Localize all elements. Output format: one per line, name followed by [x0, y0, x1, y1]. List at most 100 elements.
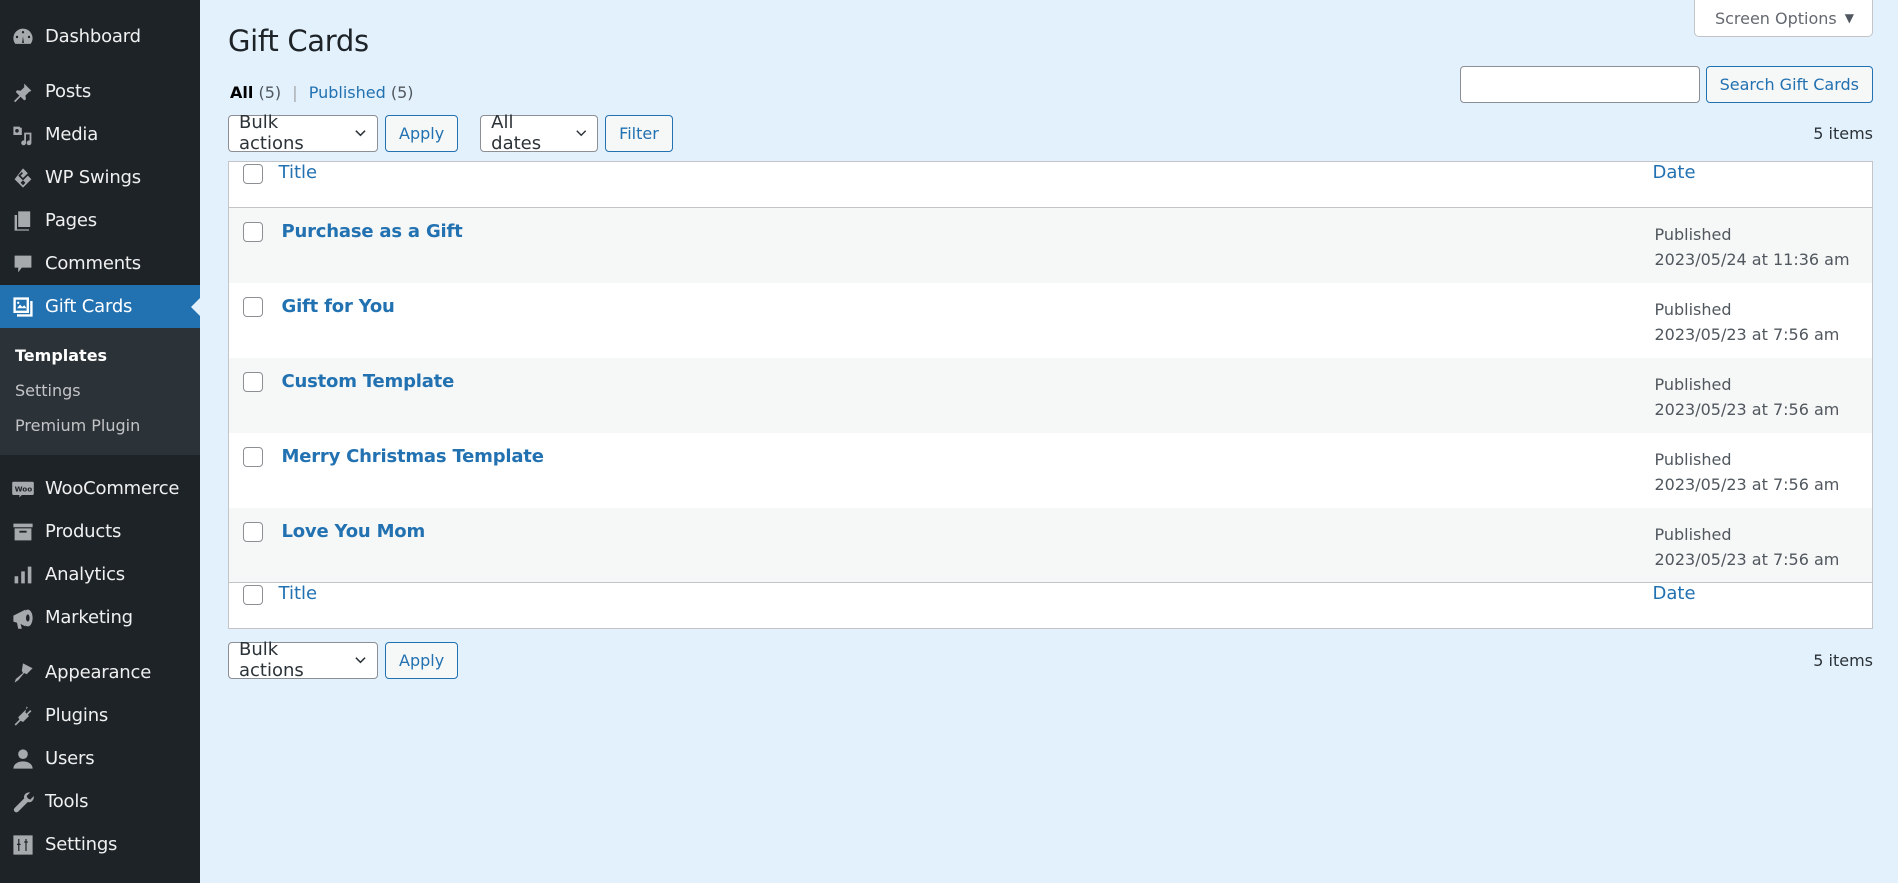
gift-cards-table: Title Date Purchase as a Gift Published 2… — [228, 161, 1873, 629]
sidebar-item-label: Pages — [45, 210, 97, 231]
submenu-item-settings[interactable]: Settings — [0, 373, 200, 408]
column-date-footer[interactable]: Date — [1653, 583, 1873, 629]
megaphone-icon — [0, 606, 44, 630]
sidebar-item-marketing[interactable]: Marketing — [0, 596, 200, 639]
row-checkbox[interactable] — [243, 521, 263, 542]
user-icon — [0, 747, 44, 771]
view-separator: | — [292, 83, 298, 102]
triangle-down-icon: ▼ — [1844, 11, 1854, 25]
items-count-bottom: 5 items — [1813, 650, 1873, 670]
row-title-link[interactable]: Merry Christmas Template — [282, 446, 544, 467]
sidebar-item-settings[interactable]: Settings — [0, 823, 200, 866]
sidebar-item-analytics[interactable]: Analytics — [0, 553, 200, 596]
select-all-checkbox-footer[interactable] — [243, 584, 263, 605]
sidebar-item-appearance[interactable]: Appearance — [0, 651, 200, 694]
sidebar-item-woocommerce[interactable]: Woo WooCommerce — [0, 467, 200, 510]
sidebar-item-tools[interactable]: Tools — [0, 780, 200, 823]
tablenav-top: Bulk actions Apply All dates Filter 5 it… — [228, 112, 1873, 154]
sidebar-item-label: Media — [45, 124, 99, 145]
sidebar-item-users[interactable]: Users — [0, 737, 200, 780]
sidebar-item-label: Plugins — [45, 705, 109, 726]
row-status: Published — [1654, 225, 1732, 244]
row-title-link[interactable]: Purchase as a Gift — [282, 221, 463, 242]
pages-icon — [0, 209, 44, 233]
row-date: 2023/05/23 at 7:56 am — [1654, 399, 1840, 419]
sidebar-item-label: Analytics — [45, 564, 125, 585]
admin-sidebar: Dashboard Posts Media WP Swings Pages Co… — [0, 0, 200, 883]
row-status: Published — [1654, 374, 1732, 394]
archive-icon — [0, 520, 44, 544]
apply-button[interactable]: Apply — [385, 114, 459, 152]
sidebar-item-label: Posts — [45, 81, 92, 102]
search-input[interactable] — [1459, 66, 1700, 103]
sidebar-item-posts[interactable]: Posts — [0, 70, 200, 113]
sidebar-item-label: Tools — [45, 791, 89, 812]
row-status: Published — [1654, 449, 1732, 469]
sidebar-item-label: Appearance — [45, 662, 152, 683]
sidebar-item-label: Users — [45, 748, 95, 769]
row-title-link[interactable]: Gift for You — [282, 296, 395, 317]
row-checkbox[interactable] — [243, 446, 263, 467]
column-title[interactable]: Title — [277, 162, 1653, 208]
items-count: 5 items — [1813, 123, 1873, 143]
table-row: Gift for You Published 2023/05/23 at 7:56… — [229, 283, 1873, 358]
sidebar-item-pages[interactable]: Pages — [0, 199, 200, 242]
bulk-actions-value: Bulk actions — [239, 639, 304, 681]
comment-icon — [0, 252, 44, 276]
date-filter-select[interactable]: All dates — [480, 112, 599, 154]
row-checkbox[interactable] — [243, 371, 263, 392]
sidebar-item-label: Settings — [45, 834, 118, 855]
sidebar-item-media[interactable]: Media — [0, 113, 200, 156]
sidebar-item-label: Comments — [45, 253, 141, 274]
search-box: Search Gift Cards — [1459, 66, 1873, 103]
date-filter-value: All dates — [491, 112, 542, 154]
row-checkbox[interactable] — [243, 222, 263, 242]
chevron-down-icon — [355, 657, 366, 664]
view-published-count: (5) — [390, 83, 414, 102]
pin-icon — [0, 80, 44, 104]
sidebar-item-label: Products — [45, 521, 122, 542]
row-status: Published — [1654, 299, 1732, 319]
chevron-down-icon — [355, 130, 366, 137]
bulk-actions-select-bottom[interactable]: Bulk actions — [228, 639, 378, 681]
media-icon — [0, 123, 44, 147]
row-checkbox[interactable] — [243, 296, 263, 317]
search-gift-cards-button[interactable]: Search Gift Cards — [1705, 66, 1873, 103]
wp-swings-icon — [0, 166, 44, 190]
row-title-link[interactable]: Love You Mom — [282, 521, 426, 542]
view-all[interactable]: All — [230, 83, 253, 102]
bulk-actions-select[interactable]: Bulk actions — [228, 112, 378, 154]
sidebar-item-comments[interactable]: Comments — [0, 242, 200, 285]
sidebar-item-label: Marketing — [45, 607, 133, 628]
sidebar-item-dashboard[interactable]: Dashboard — [0, 15, 200, 58]
sidebar-item-plugins[interactable]: Plugins — [0, 694, 200, 737]
bar-chart-icon — [0, 563, 44, 587]
dashboard-icon — [0, 25, 44, 49]
view-published[interactable]: Published — [309, 83, 386, 102]
select-all-checkbox[interactable] — [243, 163, 263, 184]
submenu-item-templates[interactable]: Templates — [0, 338, 200, 373]
row-date: 2023/05/23 at 7:56 am — [1654, 324, 1840, 344]
column-title-footer[interactable]: Title — [277, 583, 1653, 629]
sidebar-item-label: WP Swings — [45, 167, 141, 188]
row-title-link[interactable]: Custom Template — [282, 371, 455, 392]
sidebar-item-label: Gift Cards — [45, 296, 133, 317]
page-title: Gift Cards — [228, 24, 369, 58]
plug-icon — [0, 704, 44, 728]
apply-button-bottom[interactable]: Apply — [385, 641, 459, 679]
filter-button[interactable]: Filter — [605, 114, 673, 152]
row-date: 2023/05/24 at 11:36 am — [1654, 250, 1850, 269]
column-date[interactable]: Date — [1653, 162, 1873, 208]
table-row: Purchase as a Gift Published 2023/05/24 a… — [228, 207, 1873, 283]
sidebar-item-wp-swings[interactable]: WP Swings — [0, 156, 200, 199]
chevron-down-icon — [575, 130, 586, 137]
sidebar-item-products[interactable]: Products — [0, 510, 200, 553]
view-all-count: (5) — [258, 83, 282, 102]
sidebar-item-gift-cards[interactable]: Gift Cards — [0, 285, 200, 328]
status-views: All (5) | Published (5) — [230, 83, 414, 102]
main-content: Screen Options ▼ Gift Cards All (5) | Pu… — [200, 0, 1898, 883]
submenu-item-premium-plugin[interactable]: Premium Plugin — [0, 408, 200, 443]
gift-cards-icon — [0, 295, 44, 319]
table-header-row: Title Date — [228, 162, 1873, 208]
screen-options-button[interactable]: Screen Options ▼ — [1693, 0, 1873, 37]
